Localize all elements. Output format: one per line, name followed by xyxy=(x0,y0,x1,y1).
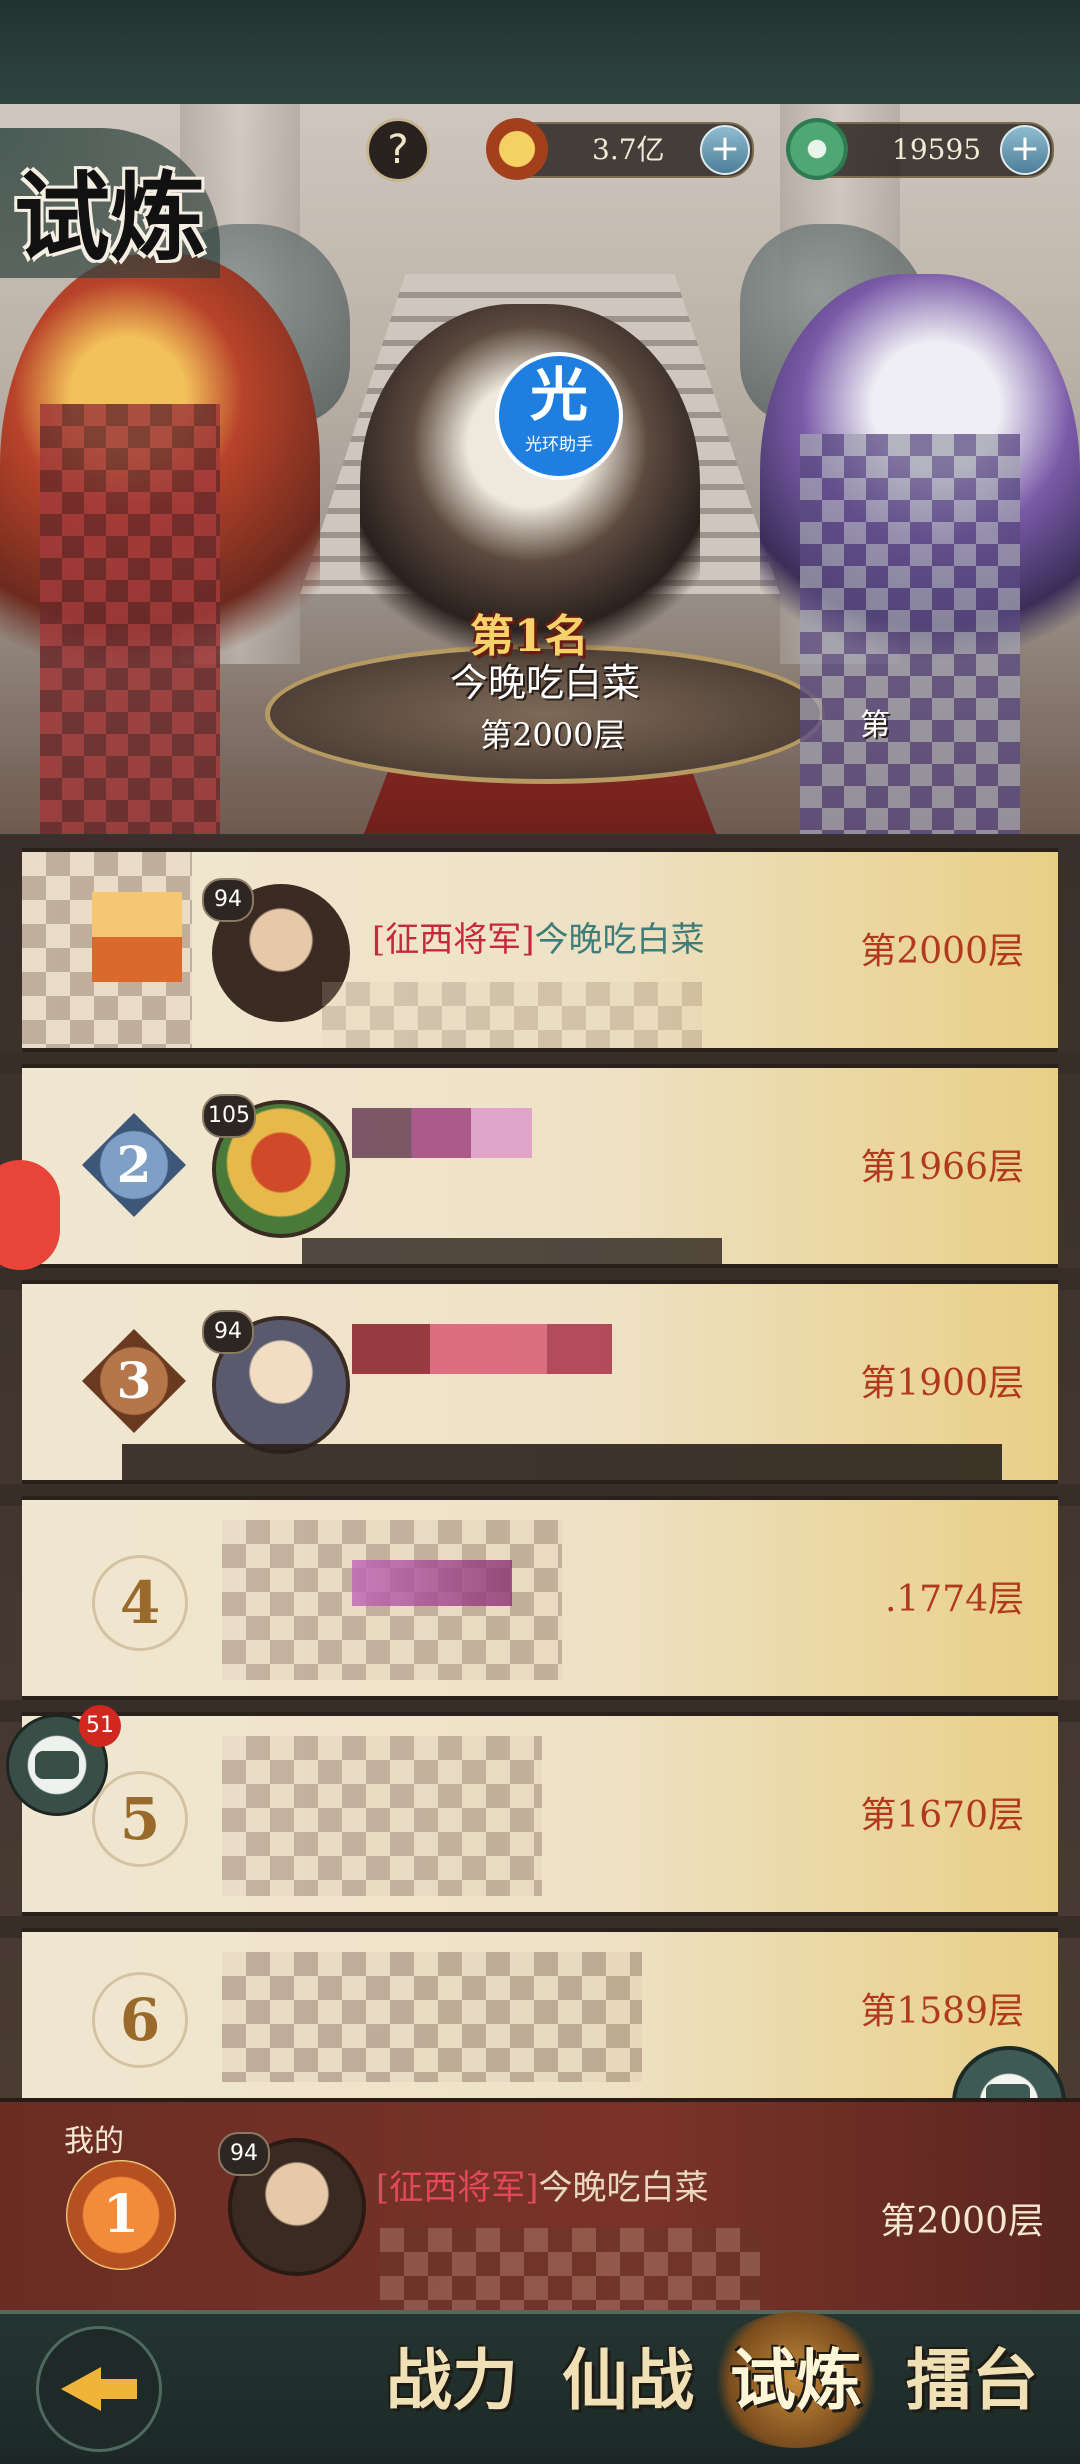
player-name-text: 今晚吃白菜 xyxy=(534,920,705,960)
my-player-name: [征西将军]今晚吃白菜 xyxy=(376,2160,709,2209)
back-button[interactable] xyxy=(36,2326,162,2452)
gold-amount: 3.7亿 xyxy=(592,133,665,166)
mosaic-blur xyxy=(352,1108,532,1158)
my-floor: 第2000层 xyxy=(880,2201,1044,2242)
my-rank-badge: 1 xyxy=(66,2160,176,2270)
floor-value: 第1966层 xyxy=(860,1147,1024,1188)
jade-icon xyxy=(786,118,848,180)
jade-resource: 19595 + xyxy=(786,118,1054,180)
my-level-badge: 94 xyxy=(218,2132,270,2176)
page-title: 试炼 xyxy=(14,161,206,274)
floor-value: 第1900层 xyxy=(860,1363,1024,1404)
my-player-name-text: 今晚吃白菜 xyxy=(538,2168,709,2208)
my-player-title: [征西将军] xyxy=(376,2168,539,2208)
player-name[interactable]: [征西将军]今晚吃白菜 xyxy=(372,912,705,961)
chat-button[interactable]: 51 xyxy=(6,1705,121,1816)
floating-assist-icon[interactable] xyxy=(0,1160,60,1270)
my-rank-label: 我的 xyxy=(64,2124,124,2159)
gold-coin-icon xyxy=(486,118,548,180)
ranking-row[interactable]: 4 .1774层 xyxy=(22,1496,1058,1700)
mosaic-blur xyxy=(222,1952,642,2082)
gold-resource: 3.7亿 + xyxy=(486,118,754,180)
question-icon: ? xyxy=(387,127,409,173)
hero-podium-scene: 光 光环助手 试炼 ? 3.7亿 + 19595 + 第1名 今晚吃白菜 第20… xyxy=(0,104,1080,834)
plus-icon: + xyxy=(709,128,741,169)
help-button[interactable]: ? xyxy=(366,118,430,182)
back-arrow-shaft xyxy=(97,2379,137,2399)
player-title: [征西将军] xyxy=(372,920,535,960)
plus-icon: + xyxy=(1009,128,1041,169)
rank-badge: 3 xyxy=(82,1329,186,1433)
ranking-row[interactable]: 94 [征西将军]今晚吃白菜 第2000层 xyxy=(22,848,1058,1052)
mosaic-blur xyxy=(352,1560,512,1606)
add-jade-button[interactable]: + xyxy=(1000,125,1050,175)
mosaic-blur xyxy=(222,1736,542,1896)
top-status-bar xyxy=(0,0,1080,108)
ranking-row[interactable]: 2 105 第1966层 xyxy=(22,1064,1058,1278)
chat-unread-badge: 51 xyxy=(79,1705,121,1747)
rank-number: 6 xyxy=(92,1972,188,2068)
level-badge: 94 xyxy=(202,1310,254,1354)
champion-name: 今晚吃白菜 xyxy=(450,661,641,705)
ranking-row[interactable]: 5 第1670层 xyxy=(22,1712,1058,1916)
mosaic-blur xyxy=(800,434,1020,834)
jade-amount: 19595 xyxy=(892,133,982,166)
mosaic-blur xyxy=(380,2228,760,2318)
tab-power[interactable]: 战力 xyxy=(372,2320,532,2440)
mosaic-blur xyxy=(40,404,220,834)
rank-badge: 2 xyxy=(82,1113,186,1217)
tab-trial[interactable]: 试炼 xyxy=(716,2320,876,2440)
champion-floor: 第2000层 xyxy=(480,716,626,754)
watermark-label: 光环助手 xyxy=(525,435,593,455)
watermark-icon: 光 xyxy=(529,361,588,429)
chat-bubble-icon xyxy=(35,1751,79,1779)
floor-value: 第1670层 xyxy=(860,1795,1024,1836)
tab-arena[interactable]: 擂台 xyxy=(892,2320,1052,2440)
floor-value: 第1589层 xyxy=(860,1991,1024,2032)
back-arrow-icon xyxy=(61,2367,101,2411)
my-rank-panel: 我的 1 94 [征西将军]今晚吃白菜 第2000层 xyxy=(0,2098,1080,2318)
add-gold-button[interactable]: + xyxy=(700,125,750,175)
ranking-row[interactable]: 3 94 第1900层 xyxy=(22,1280,1058,1484)
watermark-badge: 光 光环助手 xyxy=(495,352,623,480)
rank-3-floor-fragment: 第 xyxy=(860,708,890,743)
rank-badge xyxy=(92,892,182,982)
tab-immortal-battle[interactable]: 仙战 xyxy=(548,2320,708,2440)
mosaic-blur xyxy=(352,1324,612,1374)
level-badge: 94 xyxy=(202,878,254,922)
rank-number: 5 xyxy=(92,1771,188,1867)
mosaic-blur xyxy=(322,982,702,1048)
level-badge: 105 xyxy=(202,1094,256,1138)
mosaic-blur xyxy=(122,1444,1002,1484)
floor-value: 第2000层 xyxy=(860,931,1024,972)
ranking-row[interactable]: 6 第1589层 xyxy=(22,1928,1058,2106)
rank-number: 4 xyxy=(92,1555,188,1651)
floor-value: .1774层 xyxy=(884,1579,1024,1620)
